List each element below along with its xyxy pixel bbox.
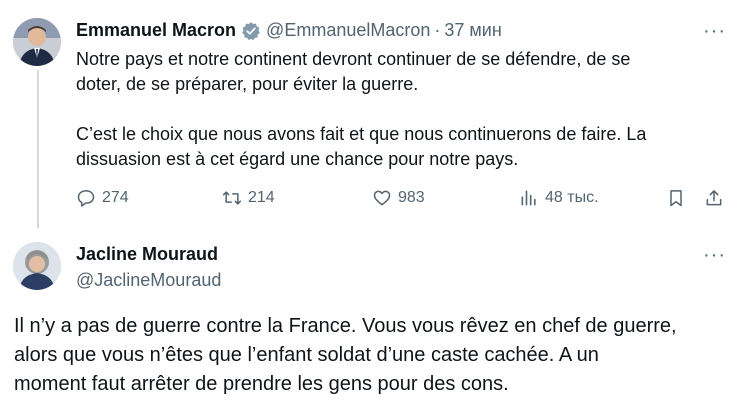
reply-avatar[interactable]: [13, 242, 61, 290]
reply-author-handle[interactable]: @JaclineMouraud: [76, 270, 221, 291]
reply-count: 274: [102, 189, 129, 206]
author-handle[interactable]: @EmmanuelMacron: [266, 20, 430, 41]
reply-icon: [77, 190, 95, 207]
like-button[interactable]: 983: [372, 188, 425, 208]
reply-button[interactable]: 274: [76, 188, 129, 208]
verified-badge-icon: [241, 21, 261, 41]
repost-count: 214: [248, 189, 275, 206]
separator-dot: ·: [434, 20, 441, 40]
repost-button[interactable]: 214: [222, 188, 275, 208]
more-options-icon[interactable]: ···: [703, 21, 726, 41]
reply-avatar-image: [13, 242, 61, 290]
thread-line: [37, 70, 39, 228]
bookmark-button[interactable]: [666, 188, 692, 208]
tweet-text-paragraph-2: C’est le choix que nous avons fait et qu…: [76, 124, 647, 169]
heart-icon: [373, 190, 391, 206]
share-icon: [706, 190, 722, 206]
views-chart-icon: [521, 190, 536, 206]
avatar[interactable]: [13, 18, 61, 66]
author-name[interactable]: Emmanuel Macron: [76, 20, 236, 41]
timestamp[interactable]: 37 мин: [444, 20, 501, 41]
reply-text: Il n’y a pas de guerre contre la France.…: [14, 315, 677, 395]
views-count: 48 тыс.: [545, 189, 599, 206]
reply-more-options-icon[interactable]: ···: [703, 245, 726, 265]
tweet-text-paragraph-1: Notre pays et notre continent devront co…: [76, 49, 631, 94]
views-button[interactable]: 48 тыс.: [519, 188, 599, 208]
bookmark-icon: [670, 190, 682, 207]
share-button[interactable]: [704, 188, 730, 208]
reply-author-name[interactable]: Jacline Mouraud: [76, 244, 218, 265]
avatar-image: [13, 18, 61, 66]
action-bar: 274 214 983 48 тыс.: [76, 188, 726, 214]
author-row: Emmanuel Macron @EmmanuelMacron · 37 мин: [76, 20, 502, 41]
like-count: 983: [398, 189, 425, 206]
repost-icon: [222, 191, 242, 205]
